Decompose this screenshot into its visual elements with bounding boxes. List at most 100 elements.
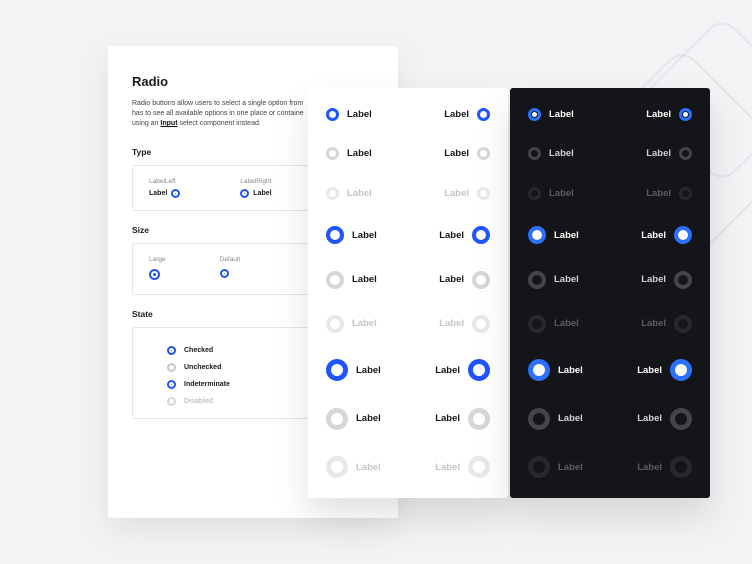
swatch-row: Label Label (528, 226, 692, 244)
radio-label: Label (549, 148, 574, 159)
radio-label: Label (637, 413, 662, 424)
radio-icon[interactable] (528, 147, 541, 160)
radio-option[interactable]: Label (528, 271, 579, 289)
radio-icon[interactable] (171, 189, 180, 198)
radio-option[interactable]: Label (326, 108, 372, 121)
radio-option[interactable]: Label (646, 147, 692, 160)
radio-icon[interactable] (528, 271, 546, 289)
radio-icon[interactable] (167, 363, 176, 372)
radio-icon[interactable] (468, 408, 490, 430)
radio-option: Label (326, 456, 381, 478)
radio-icon[interactable] (220, 269, 229, 278)
radio-icon[interactable] (326, 359, 348, 381)
radio-option[interactable]: Label (444, 147, 490, 160)
radio-icon[interactable] (528, 359, 550, 381)
swatch-row: LabelLabel (528, 315, 692, 333)
swatch-row: Label Label (326, 108, 490, 121)
radio-icon[interactable] (670, 408, 692, 430)
radio-icon[interactable] (240, 189, 249, 198)
radio-label: Label (641, 318, 666, 329)
radio-icon (326, 456, 348, 478)
radio-label: Label (646, 109, 671, 120)
radio-icon (670, 456, 692, 478)
radio-icon[interactable] (674, 271, 692, 289)
radio-option[interactable]: Label (528, 408, 583, 430)
radio-label: Label (347, 188, 372, 199)
radio-icon[interactable] (167, 380, 176, 389)
radio-option[interactable]: Label (646, 108, 692, 121)
type-label-right: LabelRight Label (240, 178, 271, 198)
radio-option[interactable]: Label (435, 359, 490, 381)
swatch-row: Label Label (326, 359, 490, 381)
radio-icon[interactable] (674, 226, 692, 244)
radio-icon[interactable] (670, 359, 692, 381)
page-title: Radio (132, 74, 374, 89)
radio-option[interactable]: Label (439, 226, 490, 244)
radio-icon[interactable] (679, 147, 692, 160)
radio-label: Label (554, 230, 579, 241)
radio-icon (679, 187, 692, 200)
radio-icon[interactable] (167, 346, 176, 355)
radio-option[interactable]: Label (439, 271, 490, 289)
swatch-row: LabelLabel (326, 456, 490, 478)
radio-option[interactable]: Label (444, 108, 490, 121)
radio-option[interactable]: Label (528, 108, 574, 121)
radio-label: Label (444, 109, 469, 120)
radio-option[interactable]: Label (326, 408, 381, 430)
radio-icon[interactable] (477, 108, 490, 121)
radio-icon (468, 456, 490, 478)
radio-label: Label (347, 109, 372, 120)
radio-label: Label (554, 274, 579, 285)
radio-label: Label (641, 274, 666, 285)
radio-icon[interactable] (326, 408, 348, 430)
radio-label: Label (549, 188, 574, 199)
radio-option[interactable]: Label (641, 271, 692, 289)
radio-icon[interactable] (528, 108, 541, 121)
swatch-row: Label Label (326, 408, 490, 430)
radio-option[interactable]: Label (528, 359, 583, 381)
swatch-row: Label Label (528, 187, 692, 200)
size-large: Large (149, 256, 166, 282)
radio-icon[interactable] (326, 147, 339, 160)
radio-option: Label (528, 456, 583, 478)
radio-icon[interactable] (528, 226, 546, 244)
radio-icon[interactable] (326, 271, 344, 289)
radio-icon[interactable] (472, 271, 490, 289)
radio-icon[interactable] (472, 226, 490, 244)
radio-icon[interactable] (528, 408, 550, 430)
radio-option[interactable]: Label (326, 226, 377, 244)
radio-option[interactable]: Label (637, 408, 692, 430)
radio-icon[interactable] (149, 269, 160, 280)
radio-label: Label (637, 365, 662, 376)
radio-option[interactable]: Label (326, 359, 381, 381)
radio-label: Label (444, 188, 469, 199)
radio-option: Label (326, 315, 377, 333)
radio-option[interactable]: Label (528, 147, 574, 160)
radio-option: Label (444, 187, 490, 200)
radio-option[interactable]: Label (326, 271, 377, 289)
swatch-row: Label Label (528, 456, 692, 478)
radio-icon (528, 456, 550, 478)
swatch-row: Label Label (326, 226, 490, 244)
radio-option[interactable]: Label (435, 408, 490, 430)
radio-option: Label (439, 315, 490, 333)
radio-label: Label (352, 230, 377, 241)
radio-option: Label (641, 315, 692, 333)
radio-label: Label (558, 462, 583, 473)
radio-option: Label (326, 187, 372, 200)
radio-option[interactable]: Label (528, 226, 579, 244)
radio-icon[interactable] (468, 359, 490, 381)
radio-option[interactable]: Label (326, 147, 372, 160)
radio-option[interactable]: Label (637, 359, 692, 381)
radio-icon[interactable] (679, 108, 692, 121)
radio-label: Label (637, 462, 662, 473)
radio-label: Label (646, 188, 671, 199)
radio-option[interactable]: Label (641, 226, 692, 244)
radio-icon[interactable] (326, 108, 339, 121)
radio-label: Label (356, 462, 381, 473)
radio-icon (472, 315, 490, 333)
radio-label: Label (352, 274, 377, 285)
radio-icon[interactable] (326, 226, 344, 244)
input-link[interactable]: Input (160, 120, 177, 127)
radio-icon[interactable] (477, 147, 490, 160)
